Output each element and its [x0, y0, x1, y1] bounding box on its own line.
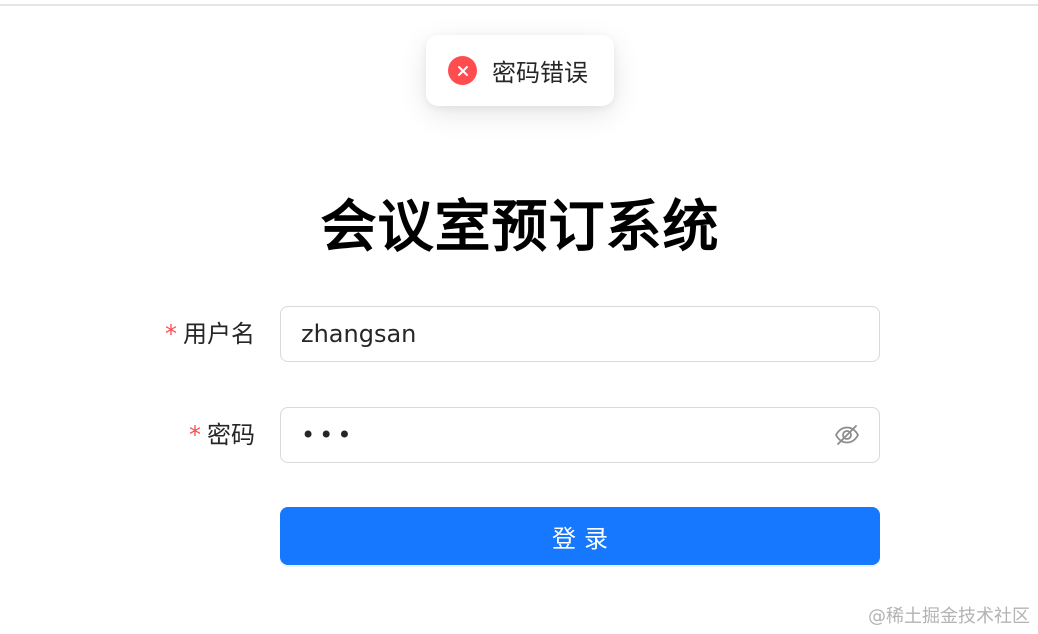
toast-message: 密码错误: [492, 59, 588, 87]
required-mark: *: [165, 320, 177, 348]
password-label: * 密码: [189, 407, 255, 463]
username-input[interactable]: [301, 320, 859, 348]
error-toast: 密码错误: [426, 35, 614, 106]
password-input[interactable]: •••: [301, 407, 833, 463]
close-icon: [448, 56, 477, 85]
username-label-text: 用户名: [183, 320, 255, 348]
required-mark: *: [189, 421, 201, 449]
password-label-text: 密码: [207, 421, 255, 449]
eye-invisible-icon[interactable]: [833, 421, 861, 449]
watermark: @稀土掘金技术社区: [868, 606, 1030, 627]
username-label: * 用户名: [165, 306, 255, 362]
top-divider: [0, 4, 1038, 6]
username-field[interactable]: [280, 306, 880, 362]
password-field[interactable]: •••: [280, 407, 880, 463]
login-button[interactable]: 登录: [280, 507, 880, 565]
page-title: 会议室预订系统: [320, 195, 720, 260]
